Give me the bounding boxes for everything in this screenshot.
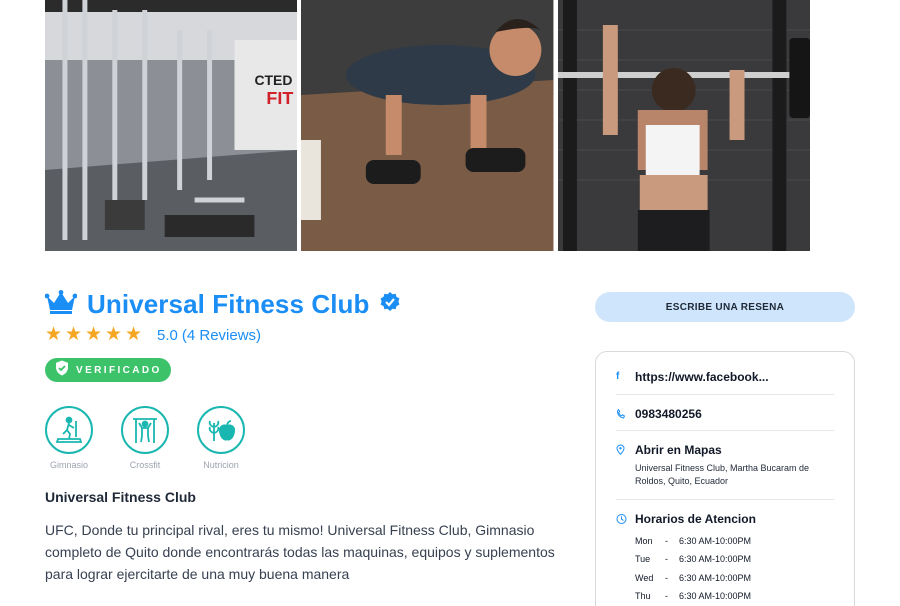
shield-check-icon [54,360,70,381]
star-icon: ★ [85,324,103,345]
rating-text[interactable]: 5.0 (4 Reviews) [157,327,265,344]
svg-text:CTED: CTED [254,72,292,88]
hours-separator: - [665,572,668,583]
category-nutricion[interactable]: Nutricion [197,406,245,470]
description-text: UFC, Donde tu principal rival, eres tu m… [45,522,555,582]
crossfit-icon [121,406,169,454]
hours-row: Thu - 6:30 AM-10:00PM [635,587,756,605]
hours-separator: - [665,536,668,547]
hours-time: 6:30 AM-10:00PM [679,554,752,565]
star-icon: ★ [65,324,83,345]
hours-time: 6:30 AM-10:00PM [679,572,752,583]
barbell-lift-photo[interactable] [557,0,810,251]
write-review-button[interactable]: ESCRIBE UNA RESENA [595,292,855,322]
category-list: Gimnasio Crossfit Nutricion [45,406,245,470]
verified-check-icon [380,292,400,317]
verified-badge: VERIFICADO [45,358,171,382]
page-title: Universal Fitness Club [87,289,370,319]
hours-day: Thu [635,591,651,602]
phone-row[interactable]: 0983480256 [616,395,834,431]
star-icon: ★ [105,324,123,345]
hours-row: Tue - 6:30 AM-10:00PM [635,550,756,568]
photo-gallery: CTED FIT [45,0,810,251]
hours-row: Wed - 6:30 AM-10:00PM [635,569,756,587]
category-gimnasio[interactable]: Gimnasio [45,406,93,470]
hours-time: 6:30 AM-10:00PM [679,536,752,547]
description-title: Universal Fitness Club [45,489,196,505]
treadmill-icon [45,406,93,454]
review-count: (4 Reviews) [181,326,262,344]
star-icon: ★ [45,324,63,345]
svg-text:FIT: FIT [266,88,293,108]
pushup-dumbbells-photo[interactable] [301,0,554,251]
listing-header: Universal Fitness Club [44,289,400,320]
address-text: Universal Fitness Club, Martha Bucaram d… [635,463,810,486]
category-label: Gimnasio [49,460,88,470]
gym-interior-photo[interactable]: CTED FIT [45,0,298,251]
facebook-icon: f [616,371,620,382]
verified-badge-label: VERIFICADO [76,364,162,376]
category-label: Nutricion [203,460,239,470]
open-maps-link[interactable]: Abrir en Mapas [635,442,834,458]
map-pin-icon [616,442,625,464]
facebook-link-row[interactable]: f https://www.facebook... [616,352,834,395]
hours-day: Tue [635,554,651,565]
phone-number[interactable]: 0983480256 [635,406,702,422]
hours-time: 6:30 AM-10:00PM [679,591,752,602]
hours-separator: - [665,591,668,602]
rating-value: 5.0 [157,326,178,344]
hours-separator: - [665,554,668,565]
hours-list: Mon - 6:30 AM-10:00PM Tue - 6:30 AM-10:0… [635,532,756,605]
hours-title: Horarios de Atencion [635,512,756,526]
rating-summary[interactable]: ★ ★ ★ ★ ★ 5.0 (4 Reviews) [45,324,265,345]
star-icon: ★ [125,324,143,345]
category-label: Crossfit [129,460,161,470]
clock-icon [616,511,627,533]
contact-card: f https://www.facebook... 0983480256 Abr… [595,351,855,606]
hours-row: Mon - 6:30 AM-10:00PM [635,532,756,550]
category-crossfit[interactable]: Crossfit [121,406,169,470]
nutrition-icon [197,406,245,454]
hours-day: Wed [635,572,654,583]
hours-section: Horarios de Atencion Mon - 6:30 AM-10:00… [616,500,834,605]
hours-day: Mon [635,536,653,547]
crown-icon [44,290,78,319]
facebook-link[interactable]: https://www.facebook... [635,369,769,385]
phone-icon [616,406,626,428]
maps-row[interactable]: Abrir en Mapas Universal Fitness Club, M… [616,431,834,500]
